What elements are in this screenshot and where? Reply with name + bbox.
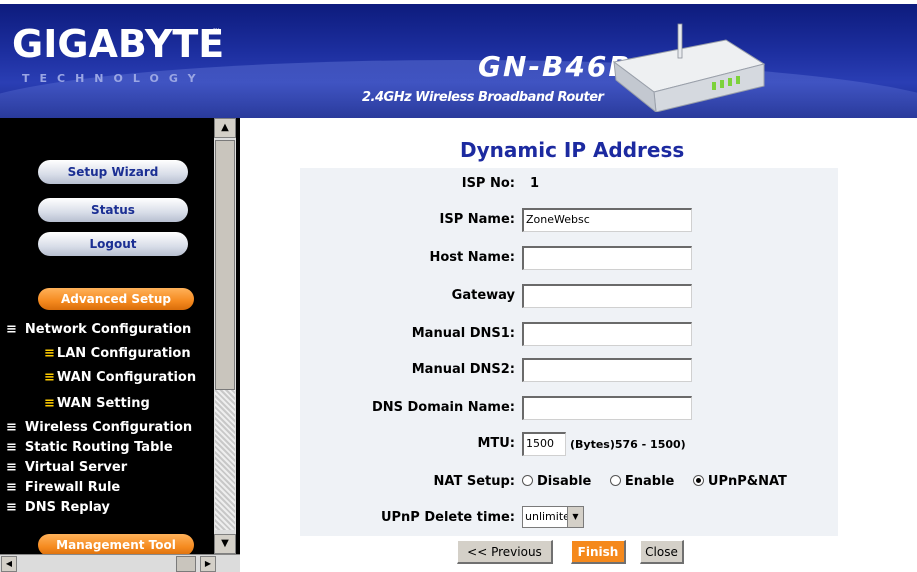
horizontal-scroll-thumb[interactable] [176,556,196,572]
nav-label: LAN Configuration [56,346,191,361]
previous-button[interactable]: << Previous [457,540,553,564]
header-banner: GIGABYTE ™ TECHNOLOGY GN-B46B 2.4GHz Wir… [0,0,917,118]
bullet-icon: ≡ [44,396,55,411]
nav-wan-setting[interactable]: ≡ WAN Setting [44,396,150,412]
management-tool-header[interactable]: Management Tool [38,534,194,556]
nav-static-routing-table[interactable]: ≡ Static Routing Table [6,440,173,456]
isp-name-row: ISP Name: ZoneWebsc [300,204,838,236]
nat-enable-option[interactable]: Enable [609,474,675,489]
bullet-icon: ≡ [44,346,55,361]
nat-disable-label: Disable [537,474,592,489]
logout-button[interactable]: Logout [38,232,188,256]
upnp-delete-time-select[interactable]: unlimited ▼ [522,506,584,528]
bullet-icon: ≡ [6,460,17,475]
nav-wireless-configuration[interactable]: ≡ Wireless Configuration [6,420,192,436]
radio-enable[interactable] [609,475,621,486]
gateway-label: Gateway [451,288,515,303]
nav-label: Wireless Configuration [24,420,193,435]
brand-tagline: TECHNOLOGY [22,72,206,85]
nat-upnp-label: UPnP&NAT [707,474,787,489]
dns-domain-name-label: DNS Domain Name: [371,400,515,415]
nat-disable-option[interactable]: Disable [522,474,591,489]
upnp-delete-time-row: UPnP Delete time: unlimited ▼ [300,502,838,534]
manual-dns2-row: Manual DNS2: [300,354,838,386]
nav-wan-configuration[interactable]: ≡ WAN Configuration [44,370,196,386]
mtu-row: MTU: 1500 (Bytes)576 - 1500) [300,428,838,460]
nat-upnp-option[interactable]: UPnP&NAT [692,474,787,489]
scroll-right-icon[interactable]: ▶ [200,556,216,572]
radio-disable[interactable] [522,475,533,486]
status-button[interactable]: Status [38,198,188,222]
sidebar: Setup Wizard Status Logout Advanced Setu… [0,118,240,572]
host-name-input[interactable] [522,246,692,270]
manual-dns1-row: Manual DNS1: [300,318,838,350]
bullet-icon: ≡ [6,500,17,515]
bullet-icon: ≡ [6,420,17,435]
router-image [612,23,766,112]
bullet-icon: ≡ [44,370,55,385]
scroll-thumb[interactable] [215,140,235,390]
host-name-label: Host Name: [429,250,515,265]
nav-label: Virtual Server [24,460,128,475]
nav-label: DNS Replay [24,500,110,515]
page-title: Dynamic IP Address [460,138,685,162]
setup-wizard-button[interactable]: Setup Wizard [38,160,188,184]
nav-virtual-server[interactable]: ≡ Virtual Server [6,460,127,476]
nav-network-configuration[interactable]: ≡ Network Configuration [6,322,191,338]
mtu-input[interactable]: 1500 [522,432,566,456]
gateway-input[interactable] [522,284,692,308]
nav-label: Firewall Rule [24,480,121,495]
nat-setup-row: NAT Setup: Disable Enable UPnP&NAT [300,466,838,498]
scroll-track[interactable] [215,390,235,530]
close-button[interactable]: Close [640,540,684,564]
isp-no-label: ISP No: [461,176,515,191]
sidebar-horizontal-scrollbar[interactable]: ◀ ▶ [0,554,240,572]
brand-trademark: ™ [212,28,221,38]
nav-label: WAN Setting [56,396,150,411]
banner-wave [0,60,917,118]
nav-label: WAN Configuration [56,370,197,385]
isp-name-input[interactable]: ZoneWebsc [522,208,692,232]
mtu-unit: (Bytes)576 - 1500) [570,438,686,451]
nav-label: Static Routing Table [24,440,173,455]
nat-enable-label: Enable [624,474,675,489]
brand-logo: GIGABYTE [12,22,225,66]
isp-no-row: ISP No: 1 [300,168,838,200]
host-name-row: Host Name: [300,242,838,274]
mtu-label: MTU: [477,436,515,451]
scroll-up-icon[interactable]: ▲ [214,118,236,138]
dns-domain-name-input[interactable] [522,396,692,420]
nav-label: Network Configuration [24,322,192,337]
bullet-icon: ≡ [6,480,17,495]
nav-lan-configuration[interactable]: ≡ LAN Configuration [44,346,191,362]
nat-setup-label: NAT Setup: [433,474,515,489]
chevron-down-icon[interactable]: ▼ [567,507,583,527]
isp-name-label: ISP Name: [439,212,515,227]
scroll-left-icon[interactable]: ◀ [1,556,17,572]
nav-dns-replay[interactable]: ≡ DNS Replay [6,500,110,516]
nav-firewall-rule[interactable]: ≡ Firewall Rule [6,480,120,496]
nat-setup-radio-group: Disable Enable UPnP&NAT [522,474,801,489]
manual-dns1-label: Manual DNS1: [411,326,515,341]
sidebar-vertical-scrollbar[interactable]: ▲ ▼ [214,118,236,554]
manual-dns2-input[interactable] [522,358,692,382]
product-subtitle: 2.4GHz Wireless Broadband Router [362,90,604,105]
isp-no-value: 1 [530,176,540,191]
bullet-icon: ≡ [6,322,17,337]
bullet-icon: ≡ [6,440,17,455]
scroll-down-icon[interactable]: ▼ [214,534,236,554]
manual-dns1-input[interactable] [522,322,692,346]
advanced-setup-header[interactable]: Advanced Setup [38,288,194,310]
dns-domain-name-row: DNS Domain Name: [300,392,838,424]
gateway-row: Gateway [300,280,838,312]
finish-button[interactable]: Finish [571,540,626,564]
manual-dns2-label: Manual DNS2: [411,362,515,377]
radio-upnp-nat[interactable] [692,475,704,486]
upnp-delete-time-label: UPnP Delete time: [380,510,515,525]
